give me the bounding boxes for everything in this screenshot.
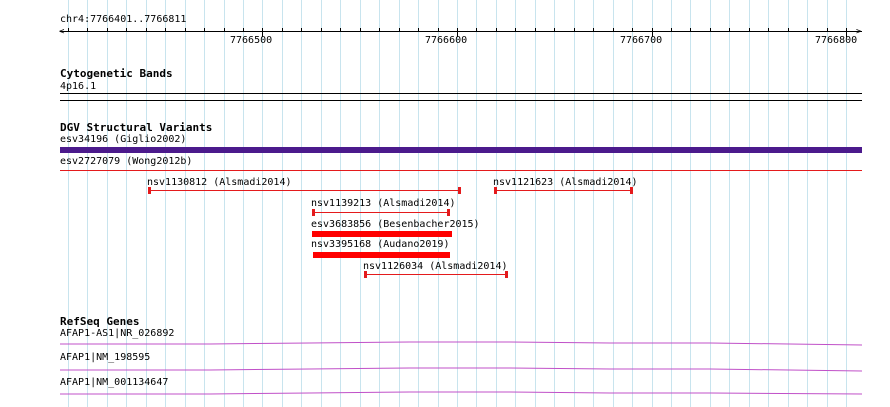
ruler-minor-tick (107, 28, 108, 32)
ruler-minor-tick (379, 28, 380, 32)
variant-nsv1130812[interactable] (149, 190, 460, 191)
variant-label-esv2727079: esv2727079 (Wong2012b) (60, 156, 193, 167)
ruler-minor-tick (126, 28, 127, 32)
ruler-minor-tick (515, 28, 516, 32)
variant-end-cap (447, 209, 450, 216)
gene-nm-198595[interactable] (60, 365, 862, 373)
variant-nsv1126034[interactable] (365, 274, 507, 275)
dgv-track-title: DGV Structural Variants (60, 121, 213, 134)
ruler-minor-tick (224, 28, 225, 32)
ruler-minor-tick (360, 28, 361, 32)
ruler-minor-tick (574, 28, 575, 32)
cytoband-bar-bottom[interactable] (60, 100, 862, 101)
ruler-minor-tick (165, 28, 166, 32)
ruler-minor-tick (399, 28, 400, 32)
variant-end-cap (458, 187, 461, 194)
variant-label-esv3683856: esv3683856 (Besenbacher2015) (311, 219, 480, 230)
ruler-left-arrow: < (59, 27, 65, 37)
ruler-minor-tick (87, 28, 88, 32)
variant-nsv3395168[interactable] (313, 252, 450, 258)
ruler-label-7766800: 7766800 (815, 35, 858, 46)
ruler-minor-tick (146, 28, 147, 32)
variant-start-cap (364, 271, 367, 278)
ruler-minor-tick (710, 28, 711, 32)
ruler-minor-tick (243, 28, 244, 32)
variant-label-nsv3395168: nsv3395168 (Audano2019) (311, 239, 450, 250)
refseq-track-title: RefSeq Genes (60, 315, 140, 328)
variant-nsv1121623[interactable] (495, 190, 632, 191)
ruler-label-7766500: 7766500 (230, 35, 273, 46)
ruler-minor-tick (671, 28, 672, 32)
ruler-minor-tick (690, 28, 691, 32)
variant-label-esv34196: esv34196 (Giglio2002) (60, 134, 187, 145)
region-label: chr4:7766401..7766811 (60, 14, 187, 25)
ruler-minor-tick (768, 28, 769, 32)
ruler-minor-tick (554, 28, 555, 32)
ruler-minor-tick (185, 28, 186, 32)
variant-start-cap (148, 187, 151, 194)
ruler-minor-tick (418, 28, 419, 32)
gene-label-nm-198595: AFAP1|NM_198595 (60, 352, 151, 363)
variant-esv3683856[interactable] (312, 231, 452, 237)
ruler-minor-tick (632, 28, 633, 32)
variant-label-nsv1121623: nsv1121623 (Alsmadi2014) (493, 177, 638, 188)
variant-esv2727079[interactable] (60, 170, 862, 171)
gene-nm-001134647[interactable] (60, 388, 862, 396)
ruler-minor-tick (321, 28, 322, 32)
variant-start-cap (312, 209, 315, 216)
ruler-minor-tick (301, 28, 302, 32)
ruler-minor-tick (68, 28, 69, 32)
variant-esv34196[interactable] (60, 147, 862, 153)
variant-label-nsv1126034: nsv1126034 (Alsmadi2014) (363, 261, 508, 272)
ruler-minor-tick (827, 28, 828, 32)
ruler-minor-tick (593, 28, 594, 32)
ruler-minor-tick (613, 28, 614, 32)
cytoband-label: 4p16.1 (60, 81, 97, 92)
ruler-minor-tick (282, 28, 283, 32)
ruler-label-7766600: 7766600 (425, 35, 468, 46)
variant-end-cap (630, 187, 633, 194)
ruler-minor-tick (340, 28, 341, 32)
ruler-minor-tick (204, 28, 205, 32)
ruler-minor-tick (496, 28, 497, 32)
gene-nr-026892[interactable] (60, 339, 862, 347)
ruler-minor-tick (476, 28, 477, 32)
variant-nsv1139213[interactable] (313, 212, 450, 213)
ruler-minor-tick (438, 28, 439, 32)
cytoband-bar-top[interactable] (60, 93, 862, 94)
ruler-minor-tick (729, 28, 730, 32)
ruler-minor-tick (807, 28, 808, 32)
ruler-minor-tick (535, 28, 536, 32)
ruler-label-7766700: 7766700 (620, 35, 663, 46)
variant-end-cap (505, 271, 508, 278)
ruler-minor-tick (788, 28, 789, 32)
ruler-minor-tick (749, 28, 750, 32)
cytoband-track-title: Cytogenetic Bands (60, 67, 173, 80)
variant-label-nsv1139213: nsv1139213 (Alsmadi2014) (311, 198, 456, 209)
ruler-axis[interactable] (60, 31, 862, 32)
variant-label-nsv1130812: nsv1130812 (Alsmadi2014) (147, 177, 292, 188)
variant-start-cap (494, 187, 497, 194)
genome-browser-view: chr4:7766401..7766811 < > 7766500 776660… (0, 0, 890, 407)
